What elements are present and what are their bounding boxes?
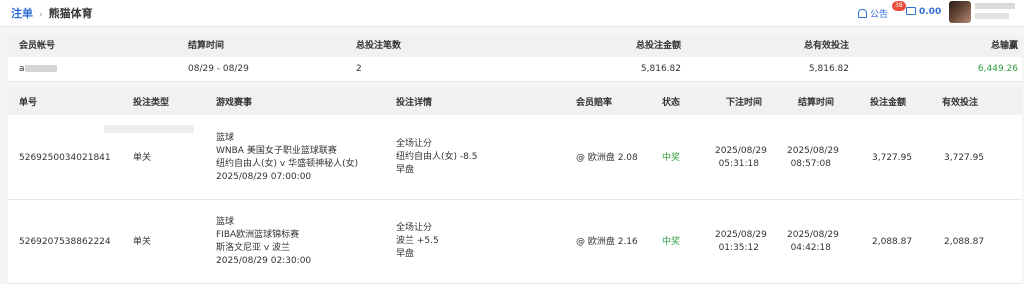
account-blurred [24,65,57,72]
status-badge: 中奖 [662,237,681,247]
odds: @ 欧洲盘 2.08 [576,153,638,163]
settle-date: 2025/08/29 [787,230,839,240]
account-value: a [19,63,57,75]
summary-row: a 08/29 - 08/29 2 5,816.82 5,816.82 6,44… [8,57,1022,82]
settle-time: 2025/08/29 04:42:18 [787,229,839,255]
settle-clock: 08:57:08 [790,159,831,169]
col-bet-count: 总投注笔数 [356,41,402,51]
bet-detail: 全场让分 波兰 +5.5 早盘 [396,222,439,261]
order-no: 5269250034021841 [19,153,111,163]
bet-date: 2025/08/29 [715,230,767,240]
col-total-win: 总输赢 [990,41,1018,51]
col-total-bet: 总投注金额 [635,41,681,51]
col-event: 游戏赛事 [216,98,253,108]
event-time: 2025/08/29 02:30:00 [216,256,312,266]
order-no: 5269207538862224 [19,237,111,247]
bet-period: 早盘 [396,249,415,259]
event-info: 篮球 FIBA欧洲篮球锦标赛 斯洛文尼亚 v 波兰 2025/08/29 02:… [216,216,311,268]
wallet-icon [906,7,916,15]
settle-range-value: 08/29 - 08/29 [188,64,249,74]
valid-amount: 2,088.87 [944,237,985,247]
bet-selection: 波兰 +5.5 [396,236,439,246]
bet-type: 单关 [133,153,152,163]
breadcrumb-current: 熊猫体育 [48,7,93,20]
table-row: 5269207538862224 单关 篮球 FIBA欧洲篮球锦标赛 斯洛文尼亚… [8,200,1022,284]
bet-period: 早盘 [396,165,415,175]
total-bet-value: 5,816.82 [640,64,681,74]
breadcrumb: 注单 › 熊猫体育 [11,5,93,21]
event-sport: 篮球 [216,133,235,143]
valid-amount: 3,727.95 [944,153,985,163]
col-settle-time: 结算时间 [798,98,835,108]
col-bet-detail: 投注详情 [396,98,433,108]
total-win-value: 6,449.26 [977,64,1018,74]
username-blurred [975,3,1015,9]
event-info: 篮球 WNBA 美国女子职业篮球联赛 纽约自由人(女) v 华盛顿神秘人(女) … [216,132,358,184]
bet-clock: 01:35:12 [718,243,759,253]
bet-amount: 3,727.95 [872,153,913,163]
bet-detail-table: 单号 投注类型 游戏赛事 投注详情 会员赔率 状态 下注时间 结算时间 投注金额… [8,89,1022,284]
bet-count-value: 2 [356,64,362,74]
event-match: 纽约自由人(女) v 华盛顿神秘人(女) [216,159,359,169]
wallet-balance[interactable]: 0.00 [906,7,941,17]
col-bet-type: 投注类型 [133,98,170,108]
summary-table: 会员帐号 结算时间 总投注笔数 总投注金额 总有效投注 总输赢 a 08/29 … [8,35,1022,82]
notice-button[interactable]: 公告 [858,7,888,20]
breadcrumb-separator: › [39,10,43,20]
event-match: 斯洛文尼亚 v 波兰 [216,243,291,253]
redacted-area [104,125,194,133]
table-row: 5269250034021841 单关 篮球 WNBA 美国女子职业篮球联赛 纽… [8,116,1022,200]
detail-header-row: 单号 投注类型 游戏赛事 投注详情 会员赔率 状态 下注时间 结算时间 投注金额… [8,89,1022,115]
col-settle-time: 结算时间 [188,41,225,51]
bet-detail: 全场让分 纽约自由人(女) -8.5 早盘 [396,138,477,177]
settle-time: 2025/08/29 08:57:08 [787,145,839,171]
bet-selection: 纽约自由人(女) -8.5 [396,152,478,162]
bet-market: 全场让分 [396,139,433,149]
col-valid: 有效投注 [942,98,979,108]
bet-amount: 2,088.87 [872,237,913,247]
top-header: 注单 › 熊猫体育 公告 38 0.00 [0,0,1024,27]
account-prefix: a [19,64,25,74]
bet-clock: 05:31:18 [718,159,759,169]
total-valid-value: 5,816.82 [808,64,849,74]
bet-type: 单关 [133,237,152,247]
bet-time: 2025/08/29 05:31:18 [715,145,767,171]
settle-clock: 04:42:18 [790,243,831,253]
col-status: 状态 [662,98,681,108]
event-league: FIBA欧洲篮球锦标赛 [216,230,300,240]
notice-label: 公告 [870,10,889,20]
settle-date: 2025/08/29 [787,146,839,156]
event-league: WNBA 美国女子职业篮球联赛 [216,146,337,156]
balance-value: 0.00 [919,7,942,17]
col-amount: 投注金额 [870,98,907,108]
event-sport: 篮球 [216,217,235,227]
bet-date: 2025/08/29 [715,146,767,156]
breadcrumb-root-link[interactable]: 注单 [11,7,33,20]
summary-header-row: 会员帐号 结算时间 总投注笔数 总投注金额 总有效投注 总输赢 [8,35,1022,57]
col-order-no: 单号 [19,98,38,108]
bell-icon [858,9,867,18]
notice-badge: 38 [892,1,906,11]
user-info-blurred [975,13,1009,19]
status-badge: 中奖 [662,153,681,163]
bet-time: 2025/08/29 01:35:12 [715,229,767,255]
odds: @ 欧洲盘 2.16 [576,237,638,247]
bet-market: 全场让分 [396,223,433,233]
avatar[interactable] [949,1,971,23]
col-odds: 会员赔率 [576,98,613,108]
col-account: 会员帐号 [19,41,56,51]
col-total-valid: 总有效投注 [803,41,849,51]
col-bet-time: 下注时间 [726,98,763,108]
event-time: 2025/08/29 07:00:00 [216,172,312,182]
